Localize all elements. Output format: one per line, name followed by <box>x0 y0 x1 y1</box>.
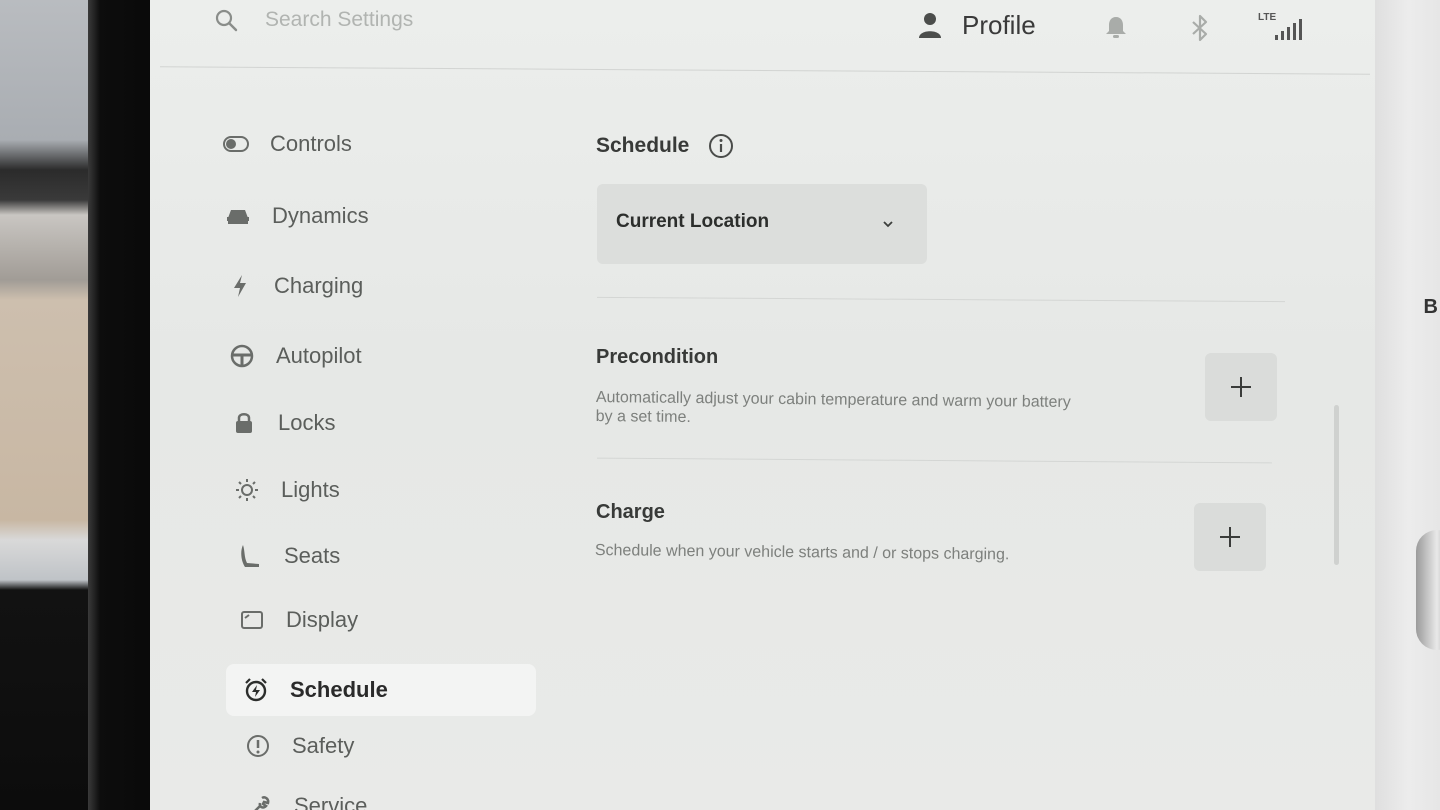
sidebar-item-label: Schedule <box>290 677 388 702</box>
info-icon[interactable] <box>708 133 734 159</box>
wrench-icon <box>246 792 274 810</box>
steering-wheel-icon <box>228 342 256 370</box>
plus-icon <box>1231 377 1251 397</box>
sidebar-item-label: Service <box>294 793 368 810</box>
sidebar-item-label: Autopilot <box>276 343 362 368</box>
sidebar-item-charging[interactable]: Charging <box>226 264 363 308</box>
lock-icon <box>230 409 258 437</box>
sidebar-item-locks[interactable]: Locks <box>230 401 335 445</box>
sidebar-item-label: Safety <box>292 733 355 758</box>
sidebar-item-seats[interactable]: Seats <box>236 534 340 578</box>
chevron-down-icon <box>883 221 893 228</box>
precondition-title: Precondition <box>596 346 719 368</box>
sidebar-item-label: Controls <box>270 131 352 156</box>
profile-button[interactable]: Profile <box>962 10 1036 41</box>
sidebar-item-safety[interactable]: Safety <box>244 724 354 768</box>
sidebar-item-label: Locks <box>278 410 336 435</box>
plus-icon <box>1220 527 1240 547</box>
add-charge-button[interactable] <box>1194 503 1266 571</box>
toggle-icon <box>222 130 250 158</box>
location-dropdown[interactable]: Current Location <box>597 184 927 264</box>
sun-icon <box>233 476 261 504</box>
photo-of-car-display: B Search Settings Profile LTE Controls D… <box>0 0 1440 810</box>
sidebar-item-label: Charging <box>274 273 364 298</box>
precondition-description: Automatically adjust your cabin temperat… <box>596 388 1071 431</box>
seat-icon <box>236 542 264 570</box>
profile-icon[interactable] <box>918 12 942 38</box>
steering-wheel-stalk <box>1416 530 1440 650</box>
display-icon <box>238 606 266 634</box>
search-icon[interactable] <box>214 8 238 32</box>
sidebar-item-dynamics[interactable]: Dynamics <box>224 194 369 238</box>
charge-title: Charge <box>596 501 665 523</box>
sidebar-item-display[interactable]: Display <box>238 598 358 642</box>
signal-strength-icon <box>1275 19 1302 40</box>
lightning-icon <box>226 272 254 300</box>
sidebar-item-label: Seats <box>284 543 341 568</box>
adjacent-screen-edge: B <box>1368 0 1440 810</box>
sidebar-item-autopilot[interactable]: Autopilot <box>228 334 362 378</box>
sidebar-item-service[interactable]: Service <box>246 784 367 810</box>
car-icon <box>224 202 252 230</box>
sidebar-item-label: Lights <box>281 477 340 502</box>
alert-circle-icon <box>244 732 272 760</box>
sidebar-item-label: Display <box>286 607 359 632</box>
sidebar-item-label: Dynamics <box>272 203 369 228</box>
add-precondition-button[interactable] <box>1205 353 1277 421</box>
sidebar-item-controls[interactable]: Controls <box>222 122 352 166</box>
sidebar-item-lights[interactable]: Lights <box>233 468 340 512</box>
bluetooth-icon[interactable] <box>1190 14 1210 42</box>
sidebar-item-schedule[interactable]: Schedule <box>226 664 536 716</box>
search-input[interactable]: Search Settings <box>265 8 413 32</box>
bell-icon[interactable] <box>1105 15 1127 39</box>
scrollbar[interactable] <box>1334 405 1339 565</box>
edge-text: B <box>1423 296 1438 318</box>
schedule-title: Schedule <box>596 134 690 157</box>
alarm-clock-icon <box>242 676 270 704</box>
location-dropdown-value: Current Location <box>616 211 770 232</box>
